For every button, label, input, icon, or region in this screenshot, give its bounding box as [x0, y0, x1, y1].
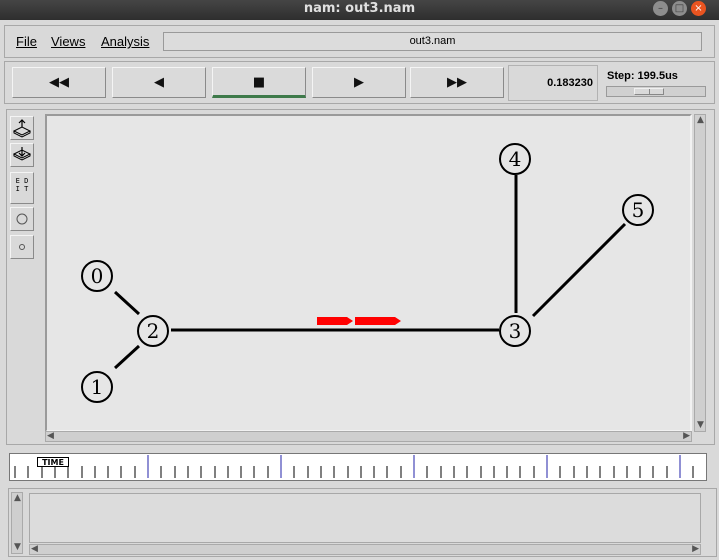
- menu-bar: File Views Analysis out3.nam: [4, 25, 715, 58]
- annotation-vertical-scrollbar[interactable]: ▲ ▼: [11, 492, 23, 554]
- menu-analysis[interactable]: Analysis: [101, 34, 149, 49]
- canvas-horizontal-scrollbar[interactable]: ◀ ▶: [45, 431, 692, 442]
- window-title: nam: out3.nam: [303, 1, 416, 16]
- circle-large-icon[interactable]: [10, 207, 34, 231]
- node-3[interactable]: 3: [499, 315, 531, 347]
- minimize-icon[interactable]: –: [653, 1, 668, 16]
- time-display: 0.183230: [508, 65, 598, 101]
- title-bar[interactable]: nam: out3.nam – □ ×: [0, 0, 719, 20]
- scroll-right-icon[interactable]: ▶: [692, 545, 699, 554]
- timeline-ticks: [14, 455, 694, 478]
- node-2[interactable]: 2: [137, 315, 169, 347]
- edit-icon[interactable]: E DI T: [10, 172, 34, 204]
- link-1-2: [113, 344, 141, 370]
- node-0[interactable]: 0: [81, 260, 113, 292]
- scroll-right-icon[interactable]: ▶: [683, 432, 690, 441]
- circle-small-icon[interactable]: [10, 235, 34, 259]
- nam-window: nam: out3.nam – □ × File Views Analysis …: [0, 0, 719, 560]
- step-slider-thumb[interactable]: [634, 88, 664, 95]
- fast-forward-button[interactable]: ▶▶: [410, 67, 504, 98]
- node-5[interactable]: 5: [622, 194, 654, 226]
- node-4[interactable]: 4: [499, 143, 531, 175]
- link-0-2: [113, 290, 141, 316]
- play-button[interactable]: ▶: [312, 67, 406, 98]
- scroll-left-icon[interactable]: ◀: [47, 432, 54, 441]
- node-1[interactable]: 1: [81, 371, 113, 403]
- packet: [355, 317, 401, 325]
- annotation-pane[interactable]: [29, 493, 701, 543]
- zoom-in-icon[interactable]: [10, 116, 34, 140]
- step-label: Step: 199.5us: [607, 70, 678, 82]
- transport-controls: ◀◀ ◀ ■ ▶ ▶▶ 0.183230 Step: 199.5us: [4, 61, 715, 104]
- scroll-left-icon[interactable]: ◀: [31, 545, 38, 554]
- network-canvas[interactable]: 0 1 2 3 4 5: [45, 114, 692, 432]
- file-name-display: out3.nam: [163, 32, 702, 51]
- scroll-down-icon[interactable]: ▼: [697, 421, 704, 430]
- packet: [317, 317, 353, 325]
- timeline-slider[interactable]: TIME: [9, 453, 707, 481]
- step-slider[interactable]: [606, 86, 706, 97]
- menu-file[interactable]: File: [16, 34, 37, 49]
- step-control: Step: 199.5us: [602, 65, 712, 101]
- zoom-out-icon[interactable]: [10, 143, 34, 167]
- annotation-horizontal-scrollbar[interactable]: ◀ ▶: [29, 544, 701, 555]
- scroll-up-icon[interactable]: ▲: [697, 116, 704, 125]
- maximize-icon[interactable]: □: [672, 1, 687, 16]
- scroll-down-icon[interactable]: ▼: [14, 543, 21, 552]
- stop-button[interactable]: ■: [212, 67, 306, 98]
- step-back-button[interactable]: ◀: [112, 67, 206, 98]
- scroll-up-icon[interactable]: ▲: [14, 494, 21, 503]
- link-3-5: [531, 222, 627, 318]
- close-icon[interactable]: ×: [691, 1, 706, 16]
- canvas-vertical-scrollbar[interactable]: ▲ ▼: [694, 114, 706, 432]
- menu-views[interactable]: Views: [51, 34, 85, 49]
- timeline-thumb[interactable]: TIME: [37, 457, 69, 467]
- rewind-button[interactable]: ◀◀: [12, 67, 106, 98]
- toolbox: E DI T: [10, 116, 36, 261]
- network-links: [113, 175, 627, 370]
